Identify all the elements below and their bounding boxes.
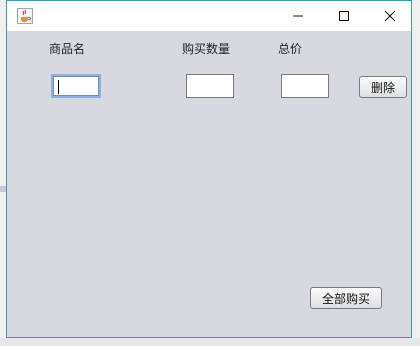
close-icon	[384, 10, 396, 22]
minimize-button[interactable]	[275, 1, 321, 31]
product-name-input[interactable]	[51, 74, 101, 98]
product-name-label: 商品名	[49, 42, 86, 56]
quantity-label: 购买数量	[182, 42, 231, 56]
buy-all-button[interactable]: 全部购买	[310, 287, 382, 309]
total-price-input[interactable]	[281, 74, 329, 98]
minimize-icon	[293, 15, 303, 17]
close-button[interactable]	[367, 1, 413, 31]
title-bar[interactable]	[7, 1, 411, 31]
quantity-input[interactable]	[186, 74, 234, 98]
app-window: 商品名 购买数量 总价 删除 全部购买	[6, 0, 412, 338]
maximize-icon	[339, 11, 349, 21]
java-cup-icon[interactable]	[17, 8, 33, 24]
text-caret	[58, 80, 59, 94]
maximize-button[interactable]	[321, 1, 367, 31]
total-price-label: 总价	[278, 42, 303, 56]
delete-button[interactable]: 删除	[359, 76, 407, 98]
background-bottom	[0, 338, 420, 346]
